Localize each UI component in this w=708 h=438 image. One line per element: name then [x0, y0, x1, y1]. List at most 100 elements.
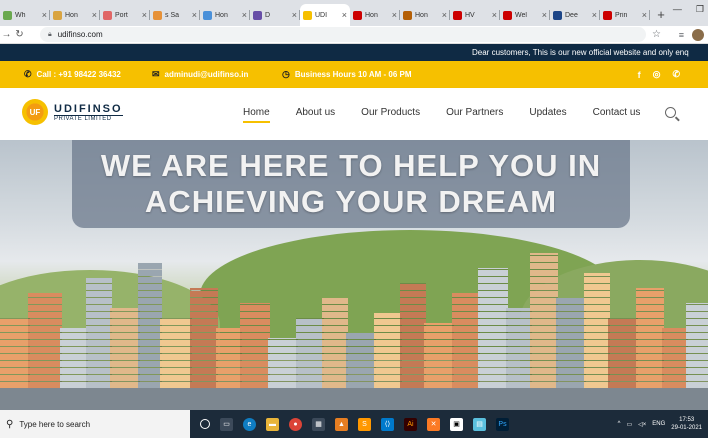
close-tab-icon[interactable]: × — [342, 10, 347, 20]
clock-date: 29-01-2021 — [671, 425, 702, 431]
hero-headline-line-2: ACHIEVING YOUR DREAM — [144, 184, 558, 219]
tab-favicon-icon — [53, 10, 62, 20]
hero-headline-line-1: WE ARE HERE TO HELP YOU IN — [100, 148, 602, 183]
browser-tab[interactable]: HV × — [450, 4, 500, 26]
notes-icon[interactable]: ▤ — [473, 417, 486, 431]
browser-tab[interactable]: Hon × — [350, 4, 400, 26]
edge-icon[interactable]: e — [243, 417, 256, 431]
close-tab-icon[interactable]: × — [392, 10, 397, 20]
social-links: f ◎ ✆ — [638, 61, 680, 88]
browser-tab[interactable]: Prin × — [600, 4, 650, 26]
building-shape — [160, 318, 192, 388]
illustrator-icon[interactable]: Ai — [404, 417, 417, 431]
building-shape — [216, 328, 242, 388]
tab-label: HV — [465, 11, 475, 19]
building-shape — [478, 268, 508, 388]
building-shape — [190, 288, 218, 388]
tab-favicon-icon — [103, 10, 112, 20]
tab-label: Hon — [415, 11, 428, 19]
browser-tab[interactable]: Dee × — [550, 4, 600, 26]
close-tab-icon[interactable]: × — [142, 10, 147, 20]
new-tab-button[interactable]: + — [650, 4, 672, 26]
building-shape — [556, 298, 586, 388]
sublime-icon[interactable]: S — [358, 417, 371, 431]
building-shape — [268, 338, 298, 388]
building-shape — [452, 293, 480, 388]
close-tab-icon[interactable]: × — [592, 10, 597, 20]
close-tab-icon[interactable]: × — [292, 10, 297, 20]
building-shape — [0, 318, 30, 388]
menu-contact-us[interactable]: Contact us — [593, 107, 641, 118]
reading-list-icon[interactable]: ≡ — [679, 30, 684, 40]
browser-tab[interactable]: s Sa × — [150, 4, 200, 26]
tab-favicon-icon — [503, 10, 512, 20]
chrome-icon[interactable]: ● — [289, 417, 302, 431]
building-shape — [346, 333, 376, 388]
tab-label: Wh — [15, 11, 26, 19]
close-tab-icon[interactable]: × — [442, 10, 447, 20]
menu-our-products[interactable]: Our Products — [361, 107, 420, 118]
language-indicator[interactable]: ENG — [652, 421, 665, 427]
task-view-icon[interactable]: ▭ — [220, 417, 233, 431]
tab-favicon-icon — [403, 10, 412, 20]
taskbar-search[interactable]: ⚲ Type here to search — [0, 410, 190, 438]
building-shape — [138, 263, 162, 388]
tab-favicon-icon — [303, 10, 312, 20]
email-info[interactable]: ✉ adminudi@udifinso.in — [152, 61, 248, 88]
instagram-icon[interactable]: ◎ — [653, 69, 661, 80]
tab-favicon-icon — [553, 10, 562, 20]
tab-favicon-icon — [153, 10, 162, 20]
vscode-icon[interactable]: ⟨⟩ — [381, 417, 394, 431]
photoshop-icon[interactable]: Ps — [496, 417, 509, 431]
close-tab-icon[interactable]: × — [492, 10, 497, 20]
menu-about-us[interactable]: About us — [296, 107, 335, 118]
clock[interactable]: 17:53 29-01-2021 — [671, 416, 702, 432]
tab-label: s Sa — [165, 11, 180, 19]
whatsapp-icon[interactable]: ✆ — [672, 69, 680, 80]
close-tab-icon[interactable]: × — [642, 10, 647, 20]
store-icon[interactable]: ▦ — [312, 417, 325, 431]
close-tab-icon[interactable]: × — [192, 10, 197, 20]
forward-icon[interactable]: → — [0, 29, 13, 40]
browser-tab[interactable]: UDI × — [300, 4, 350, 26]
file-explorer-icon[interactable]: ▬ — [266, 417, 279, 431]
volume-icon[interactable]: ◁× — [638, 421, 646, 428]
menu-home[interactable]: Home — [243, 107, 270, 123]
close-tab-icon[interactable]: × — [42, 10, 47, 20]
browser-tab[interactable]: Wel × — [500, 4, 550, 26]
cortana-icon[interactable] — [200, 419, 210, 429]
tab-favicon-icon — [253, 10, 262, 20]
menu-our-partners[interactable]: Our Partners — [446, 107, 503, 118]
reload-icon[interactable]: ↻ — [13, 29, 26, 40]
close-tab-icon[interactable]: × — [92, 10, 97, 20]
browser-tab[interactable]: D × — [250, 4, 300, 26]
browser-tab[interactable]: Port × — [100, 4, 150, 26]
clock-time: 17:53 — [679, 417, 695, 423]
close-tab-icon[interactable]: × — [242, 10, 247, 20]
search-icon[interactable] — [665, 107, 676, 118]
site-logo[interactable]: UF UDIFINSO PRIVATE LIMITED — [22, 99, 123, 125]
url-input[interactable]: 🔒︎ udifinso.com — [40, 27, 646, 42]
tab-label: Hon — [365, 11, 378, 19]
tab-label: Dee — [565, 11, 578, 19]
browser-tab[interactable]: Wh × — [0, 4, 50, 26]
chevron-up-icon[interactable]: ^ — [618, 421, 621, 427]
network-icon[interactable]: ▭ — [626, 421, 632, 428]
menu-updates[interactable]: Updates — [529, 107, 566, 118]
call-info[interactable]: ✆ Call : +91 98422 36432 — [24, 61, 121, 88]
xampp-icon[interactable]: ✕ — [427, 417, 440, 431]
vlc-icon[interactable]: ▲ — [335, 417, 348, 431]
app-icon[interactable]: ▣ — [450, 417, 463, 431]
road-strip — [0, 388, 708, 410]
browser-tab[interactable]: Hon × — [50, 4, 100, 26]
restore-button[interactable]: ❐ — [696, 4, 704, 15]
close-tab-icon[interactable]: × — [542, 10, 547, 20]
facebook-icon[interactable]: f — [638, 70, 641, 80]
building-shape — [240, 303, 270, 388]
building-shape — [374, 313, 402, 388]
browser-tab[interactable]: Hon × — [200, 4, 250, 26]
browser-tab[interactable]: Hon × — [400, 4, 450, 26]
bookmark-star-icon[interactable]: ☆ — [652, 29, 661, 40]
profile-avatar[interactable] — [692, 28, 704, 41]
minimize-button[interactable]: — — [673, 4, 682, 15]
